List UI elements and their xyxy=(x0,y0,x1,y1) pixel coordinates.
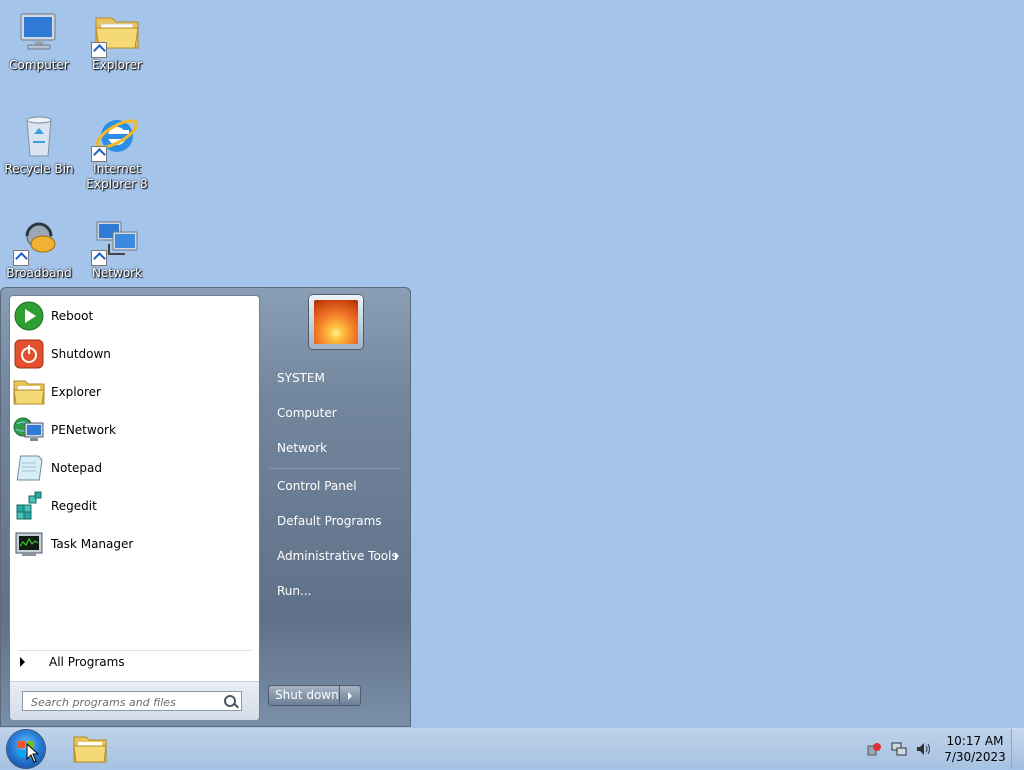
shutdown-icon xyxy=(13,338,45,370)
broadband-icon xyxy=(13,216,63,266)
program-label: Shutdown xyxy=(51,347,111,361)
search-bar xyxy=(10,681,259,720)
desktop-icon-label: Explorer xyxy=(92,58,142,72)
link-network[interactable]: Network xyxy=(277,441,327,455)
program-regedit[interactable]: Regedit xyxy=(13,488,258,524)
link-computer[interactable]: Computer xyxy=(277,406,337,420)
recycle-bin-icon xyxy=(15,112,63,160)
link-control-panel[interactable]: Control Panel xyxy=(277,479,357,493)
desktop-icon-network[interactable]: Network xyxy=(81,216,153,281)
submenu-arrow-icon xyxy=(395,552,399,560)
arrow-right-icon xyxy=(20,657,25,667)
shutdown-button[interactable]: Shut down xyxy=(268,685,361,706)
task-manager-icon xyxy=(13,528,45,560)
start-menu: Reboot Shutdown Explorer PENetwork Notep xyxy=(0,287,411,727)
program-notepad[interactable]: Notepad xyxy=(13,450,258,486)
desktop-icon-explorer[interactable]: Explorer xyxy=(81,8,153,73)
desktop-icon-internet-explorer[interactable]: Internet Explorer 8 xyxy=(81,112,153,192)
network-status-icon[interactable] xyxy=(891,741,907,757)
link-run[interactable]: Run... xyxy=(277,584,311,598)
flower-avatar-icon xyxy=(314,300,358,344)
regedit-icon xyxy=(13,490,45,522)
shortcut-arrow-icon xyxy=(91,250,107,266)
user-picture[interactable] xyxy=(309,295,363,349)
desktop-icon-label: Internet Explorer 8 xyxy=(86,162,148,191)
program-task-manager[interactable]: Task Manager xyxy=(13,526,258,562)
program-shutdown[interactable]: Shutdown xyxy=(13,336,258,372)
desktop-icon-label: Recycle Bin xyxy=(4,162,74,176)
mouse-cursor-icon xyxy=(26,743,40,763)
search-input[interactable] xyxy=(29,693,223,711)
desktop-icon-label: Computer xyxy=(9,58,69,72)
link-administrative-tools[interactable]: Administrative Tools xyxy=(277,549,398,563)
folder-icon xyxy=(13,376,45,408)
shortcut-arrow-icon xyxy=(91,146,107,162)
all-programs-button[interactable]: All Programs xyxy=(20,651,125,673)
program-label: Regedit xyxy=(51,499,97,513)
program-penetwork[interactable]: PENetwork xyxy=(13,412,258,448)
internet-explorer-icon xyxy=(91,112,141,162)
search-icon[interactable] xyxy=(224,695,236,707)
shutdown-label: Shut down xyxy=(275,688,339,702)
shortcut-arrow-icon xyxy=(91,42,107,58)
link-system[interactable]: SYSTEM xyxy=(277,371,325,385)
program-label: PENetwork xyxy=(51,423,116,437)
search-box[interactable] xyxy=(22,691,242,711)
program-explorer[interactable]: Explorer xyxy=(13,374,258,410)
desktop-icon-computer[interactable]: Computer xyxy=(3,8,75,73)
program-label: Reboot xyxy=(51,309,94,323)
folder-icon xyxy=(91,8,141,58)
program-label: Task Manager xyxy=(51,537,134,551)
desktop-icon-recycle-bin[interactable]: Recycle Bin xyxy=(3,112,75,177)
clock-time: 10:17 AM xyxy=(946,734,1004,748)
link-default-programs[interactable]: Default Programs xyxy=(277,514,382,528)
clock-date: 7/30/2023 xyxy=(944,750,1006,764)
desktop-icon-label: Network xyxy=(91,266,143,280)
folder-icon xyxy=(73,736,107,763)
desktop-icon-label: Broadband xyxy=(6,266,72,280)
safely-remove-hardware-icon[interactable] xyxy=(866,741,882,757)
network-globe-icon xyxy=(13,414,45,446)
clock[interactable]: 10:17 AM 7/30/2023 xyxy=(940,733,1010,765)
taskbar: 10:17 AM 7/30/2023 xyxy=(0,728,1024,769)
start-menu-programs-pane: Reboot Shutdown Explorer PENetwork Notep xyxy=(9,295,260,720)
program-label: Notepad xyxy=(51,461,102,475)
show-desktop-button[interactable] xyxy=(1011,729,1024,769)
computer-icon xyxy=(15,8,63,56)
notepad-icon xyxy=(13,452,45,484)
all-programs-label: All Programs xyxy=(49,655,125,669)
shortcut-arrow-icon xyxy=(13,250,29,266)
taskbar-explorer-button[interactable] xyxy=(64,731,116,767)
program-label: Explorer xyxy=(51,385,101,399)
program-reboot[interactable]: Reboot xyxy=(13,298,258,334)
volume-icon[interactable] xyxy=(915,741,931,757)
desktop-icon-broadband[interactable]: Broadband xyxy=(3,216,75,281)
shutdown-options-arrow-icon[interactable] xyxy=(339,686,360,705)
reboot-icon xyxy=(13,300,45,332)
network-icon xyxy=(91,216,141,266)
separator xyxy=(269,468,401,469)
